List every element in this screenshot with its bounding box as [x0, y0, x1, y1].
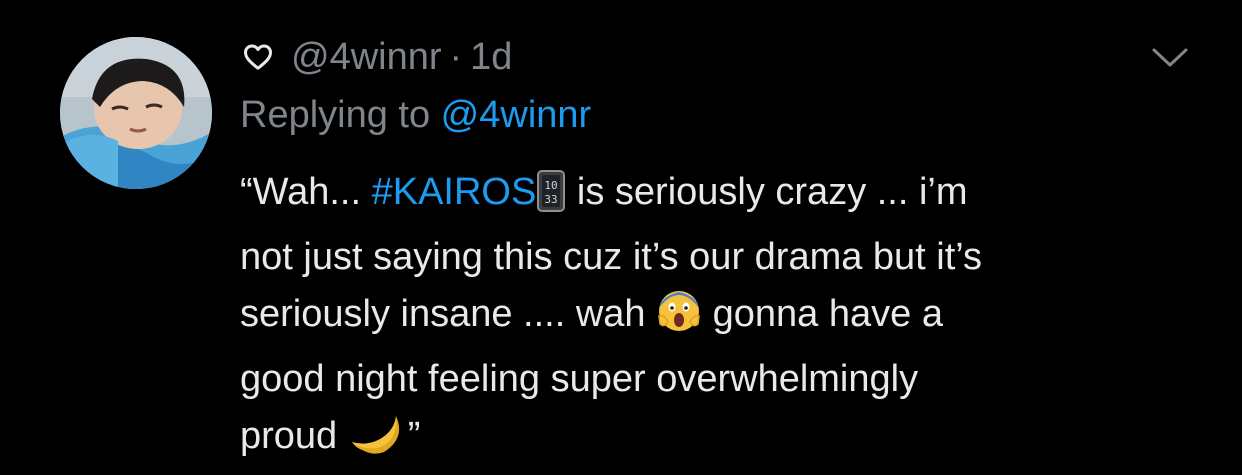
body-text-segment: gonna have a [702, 293, 943, 335]
body-text-segment: seriously insane .... wah [240, 293, 657, 335]
avatar-photo [60, 37, 212, 189]
body-line-5: proud ” [240, 408, 1200, 473]
avatar[interactable] [60, 37, 212, 189]
body-line-1: “Wah... #KAIROS 10 33 is seriously crazy .… [240, 164, 1200, 229]
screaming-face-emoji-icon [656, 288, 702, 351]
heart-outline-icon[interactable] [243, 42, 273, 72]
timestamp[interactable]: 1d [470, 34, 512, 80]
svg-text:33: 33 [545, 193, 558, 206]
username[interactable]: @4winnr [291, 34, 442, 80]
body-text-segment: proud [240, 415, 348, 457]
replying-to-mention[interactable]: @4winnr [441, 94, 592, 136]
tweet-card[interactable]: @4winnr · 1d Replying to @4winnr “Wah...… [0, 0, 1242, 475]
body-text-segment: ” [407, 415, 421, 457]
svg-text:10: 10 [545, 179, 558, 192]
tweet-header: @4winnr · 1d [243, 34, 512, 80]
tweet-body: “Wah... #KAIROS 10 33 is seriously crazy .… [240, 164, 1200, 473]
crescent-moon-emoji-icon [348, 410, 408, 473]
body-text-segment: is seriously crazy ... i’m [566, 171, 968, 213]
body-line-3: seriously insane .... wah gonna have a [240, 286, 1200, 351]
body-line-4: good night feeling super overwhelmingly [240, 358, 919, 400]
replying-to-label: Replying to [240, 94, 441, 136]
digital-clock-emoji-icon: 10 33 [536, 170, 566, 229]
body-line-2: not just saying this cuz it’s our drama … [240, 236, 983, 278]
chevron-down-icon[interactable] [1150, 44, 1190, 72]
body-text-segment: “Wah... [240, 171, 372, 213]
header-separator: · [449, 36, 463, 78]
replying-to-line: Replying to @4winnr [240, 90, 591, 140]
hashtag-kairos[interactable]: #KAIROS [372, 171, 537, 213]
